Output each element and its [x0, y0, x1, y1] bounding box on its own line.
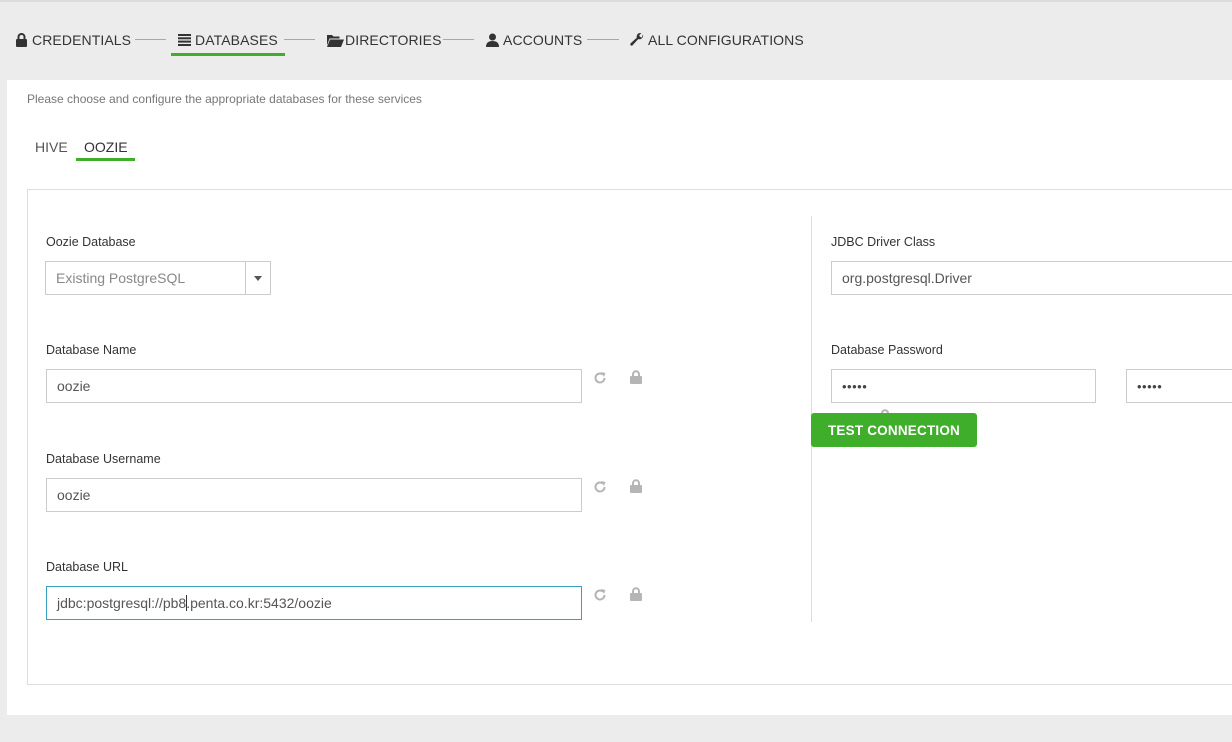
jdbc-driver-value: org.postgresql.Driver — [842, 270, 972, 286]
step-directories-label: DIRECTORIES — [345, 32, 442, 48]
folder-open-icon — [327, 34, 344, 47]
oozie-config-box: Oozie Database Existing PostgreSQL Datab… — [27, 189, 1232, 685]
oozie-database-dropdown-button[interactable] — [245, 261, 271, 295]
oozie-database-select[interactable]: Existing PostgreSQL — [45, 261, 246, 295]
step-connector — [135, 39, 166, 40]
jdbc-driver-input[interactable]: org.postgresql.Driver — [831, 261, 1232, 295]
step-databases-label: DATABASES — [195, 32, 278, 48]
db-url-label: Database URL — [46, 560, 128, 574]
tab-oozie[interactable]: OOZIE — [76, 139, 135, 161]
user-icon — [486, 33, 499, 47]
lock-icon — [16, 33, 27, 47]
step-directories[interactable]: DIRECTORIES — [327, 28, 442, 52]
wizard-steps-bar: CREDENTIALS DATABASES DIRECTORIES ACCOUN… — [0, 0, 1232, 78]
intro-text: Please choose and configure the appropri… — [27, 92, 422, 106]
db-name-label: Database Name — [46, 343, 137, 357]
step-connector — [284, 39, 315, 40]
db-password-value: ••••• — [842, 378, 868, 394]
step-accounts[interactable]: ACCOUNTS — [486, 28, 582, 52]
refresh-icon[interactable] — [593, 371, 607, 385]
main-panel: Please choose and configure the appropri… — [7, 80, 1232, 715]
db-password-confirm-input[interactable]: ••••• — [1126, 369, 1232, 403]
db-url-value-after-cursor: .penta.co.kr:5432/oozie — [186, 595, 332, 611]
step-databases[interactable]: DATABASES — [171, 28, 285, 56]
wrench-icon — [630, 33, 644, 46]
db-name-value: oozie — [57, 378, 91, 394]
step-all-configurations[interactable]: ALL CONFIGURATIONS — [630, 28, 804, 52]
step-credentials[interactable]: CREDENTIALS — [15, 28, 131, 52]
db-password-label: Database Password — [831, 343, 943, 357]
db-password-input[interactable]: ••••• — [831, 369, 1096, 403]
test-connection-button[interactable]: TEST CONNECTION — [811, 413, 977, 447]
db-url-input[interactable]: jdbc:postgresql://pb8 .penta.co.kr:5432/o… — [46, 586, 582, 620]
caret-down-icon — [254, 275, 262, 281]
db-username-value: oozie — [57, 487, 91, 503]
jdbc-driver-label: JDBC Driver Class — [831, 235, 936, 249]
step-connector — [587, 39, 619, 40]
refresh-icon[interactable] — [593, 588, 607, 602]
step-connector — [443, 39, 474, 40]
db-url-value-before-cursor: jdbc:postgresql://pb8 — [57, 595, 187, 611]
lock-icon[interactable] — [629, 370, 643, 384]
list-icon — [178, 34, 191, 46]
db-username-input[interactable]: oozie — [46, 478, 582, 512]
step-credentials-label: CREDENTIALS — [32, 32, 132, 48]
step-all-configurations-label: ALL CONFIGURATIONS — [648, 32, 804, 48]
oozie-database-value: Existing PostgreSQL — [56, 270, 186, 286]
refresh-icon[interactable] — [593, 480, 607, 494]
tab-hive[interactable]: HIVE — [35, 139, 68, 155]
lock-icon[interactable] — [629, 587, 643, 601]
db-name-input[interactable]: oozie — [46, 369, 582, 403]
oozie-database-label: Oozie Database — [46, 235, 136, 249]
db-password-confirm-value: ••••• — [1137, 378, 1163, 394]
lock-icon[interactable] — [629, 479, 643, 493]
step-accounts-label: ACCOUNTS — [503, 32, 583, 48]
db-username-label: Database Username — [46, 452, 161, 466]
